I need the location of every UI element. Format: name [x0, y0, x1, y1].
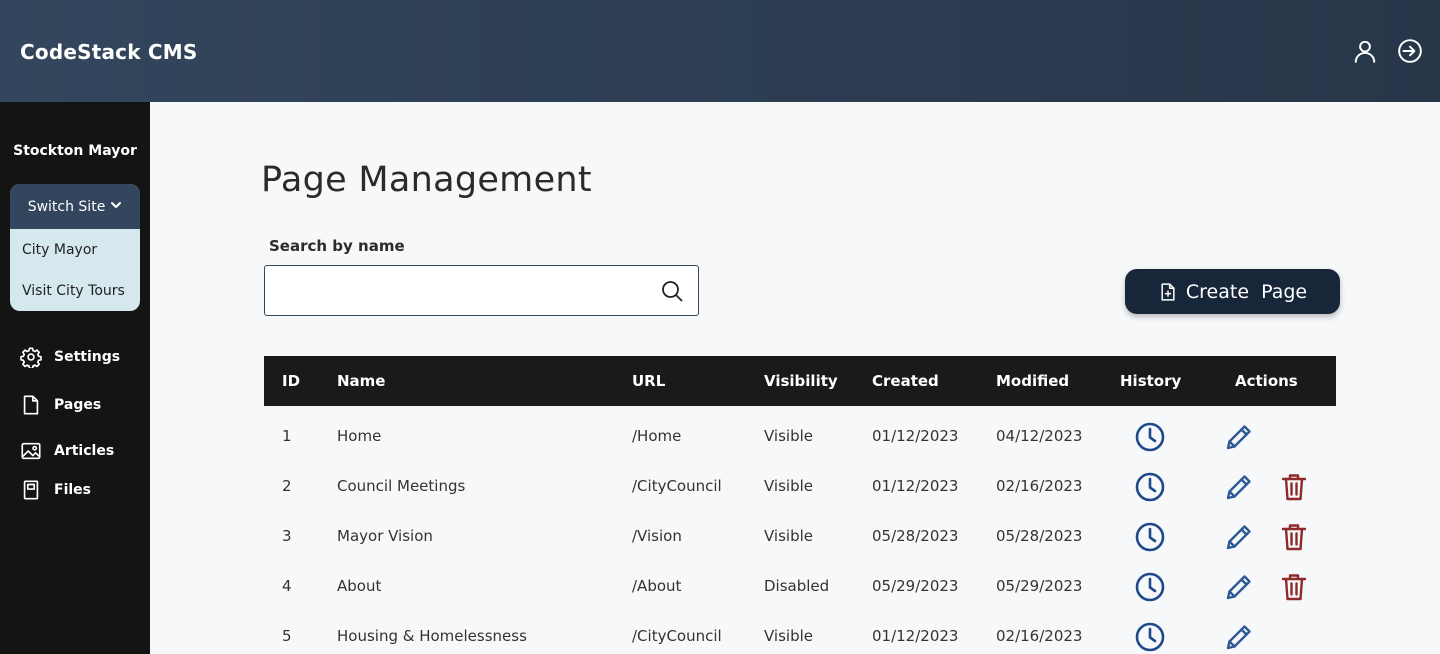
cell-created: 05/28/2023 [872, 527, 959, 545]
create-page-label: Create Page [1185, 280, 1308, 303]
cell-modified: 02/16/2023 [996, 477, 1083, 495]
site-switcher: Switch Site City Mayor Visit City Tours [10, 184, 140, 311]
column-header-modified: Modified [996, 372, 1070, 390]
table-header: ID Name URL Visibility Created Modified … [264, 356, 1336, 406]
column-header-history: History [1120, 372, 1182, 390]
table-row: 3 Mayor Vision/Vision Visible 05/28/2023 05/… [264, 511, 1336, 561]
edit-pencil-icon[interactable] [1223, 471, 1255, 503]
sidebar-item-label: Pages [54, 397, 102, 413]
cell-visibility: Visible [764, 427, 813, 445]
edit-pencil-icon[interactable] [1223, 521, 1255, 553]
delete-trash-icon[interactable] [1278, 571, 1310, 603]
sidebar-item-files[interactable]: Files [20, 479, 91, 501]
image-icon [20, 440, 42, 462]
cell-visibility: Visible [764, 627, 813, 645]
cell-modified: 05/28/2023 [996, 527, 1083, 545]
cell-url: /Home [632, 427, 682, 445]
cell-id: 3 [282, 527, 292, 545]
site-option-visit-city-tours[interactable]: Visit City Tours [10, 270, 140, 311]
file-icon [20, 479, 42, 501]
cell-modified: 02/16/2023 [996, 627, 1083, 645]
cell-id: 2 [282, 477, 292, 495]
chevron-down-icon [110, 199, 122, 215]
history-clock-icon[interactable] [1134, 421, 1166, 453]
switch-site-button[interactable]: Switch Site [10, 184, 140, 229]
column-header-actions: Actions [1235, 372, 1298, 390]
cell-modified: 04/12/2023 [996, 427, 1083, 445]
search-icon[interactable] [660, 279, 684, 303]
current-site-name: Stockton Mayor [13, 143, 137, 159]
history-clock-icon[interactable] [1134, 471, 1166, 503]
sidebar-item-pages[interactable]: Pages [20, 394, 101, 416]
cell-url: /Vision [632, 527, 682, 545]
cell-created: 01/12/2023 [872, 427, 959, 445]
cell-url: /About [632, 577, 682, 595]
cell-created: 01/12/2023 [872, 477, 959, 495]
sidebar-item-articles[interactable]: Articles [20, 440, 114, 462]
table-row: 2 Council Meetings/CityCouncil Visible 01/1… [264, 461, 1336, 511]
column-header-url: URL [632, 372, 666, 390]
cell-created: 05/29/2023 [872, 577, 959, 595]
cell-id: 4 [282, 577, 292, 595]
cell-name: Council Meetings [337, 477, 466, 495]
cell-name: Home [337, 427, 382, 445]
cell-id: 1 [282, 427, 292, 445]
sidebar-item-label: Files [54, 482, 91, 498]
gear-icon [20, 346, 42, 368]
cell-visibility: Visible [764, 477, 813, 495]
page-title: Page Management [261, 160, 592, 200]
brand-logo[interactable]: CodeStack CMS [20, 40, 197, 64]
file-plus-icon [1158, 282, 1178, 302]
cell-name: Mayor Vision [337, 527, 433, 545]
sign-out-icon[interactable] [1397, 38, 1423, 64]
delete-trash-icon[interactable] [1278, 521, 1310, 553]
top-bar: CodeStack CMS [0, 0, 1440, 102]
cell-visibility: Visible [764, 527, 813, 545]
edit-pencil-icon[interactable] [1223, 571, 1255, 603]
history-clock-icon[interactable] [1134, 571, 1166, 603]
column-header-id: ID [282, 372, 301, 390]
sidebar: Stockton Mayor Switch Site City Mayor Vi… [0, 102, 150, 654]
switch-site-label: Switch Site [27, 198, 106, 215]
column-header-name: Name [337, 372, 386, 390]
sidebar-item-settings[interactable]: Settings [20, 346, 120, 368]
document-icon [20, 394, 42, 416]
history-clock-icon[interactable] [1134, 621, 1166, 653]
table-row: 1 Home/Home Visible 01/12/2023 04/12/2023 [264, 411, 1336, 461]
cell-visibility: Disabled [764, 577, 830, 595]
edit-pencil-icon[interactable] [1223, 621, 1255, 653]
search-box [264, 265, 699, 316]
cell-modified: 05/29/2023 [996, 577, 1083, 595]
cell-created: 01/12/2023 [872, 627, 959, 645]
cell-url: /CityCouncil [632, 477, 722, 495]
search-label: Search by name [269, 237, 405, 255]
sidebar-item-label: Settings [54, 349, 121, 365]
table-row: 5 Housing & Homelessness/CityCouncil Visib… [264, 611, 1336, 654]
edit-pencil-icon[interactable] [1223, 421, 1255, 453]
create-page-button[interactable]: Create Page [1125, 269, 1340, 314]
cell-url: /CityCouncil [632, 627, 722, 645]
history-clock-icon[interactable] [1134, 521, 1166, 553]
cell-id: 5 [282, 627, 292, 645]
column-header-visibility: Visibility [764, 372, 838, 390]
site-option-city-mayor[interactable]: City Mayor [10, 229, 140, 270]
delete-trash-icon[interactable] [1278, 471, 1310, 503]
column-header-created: Created [872, 372, 939, 390]
cell-name: About [337, 577, 382, 595]
cell-name: Housing & Homelessness [337, 627, 527, 645]
search-input[interactable] [265, 266, 645, 315]
table-row: 4 About/About Disabled 05/29/2023 05/29/2023 [264, 561, 1336, 611]
sidebar-item-label: Articles [54, 443, 115, 459]
user-icon[interactable] [1352, 38, 1378, 64]
